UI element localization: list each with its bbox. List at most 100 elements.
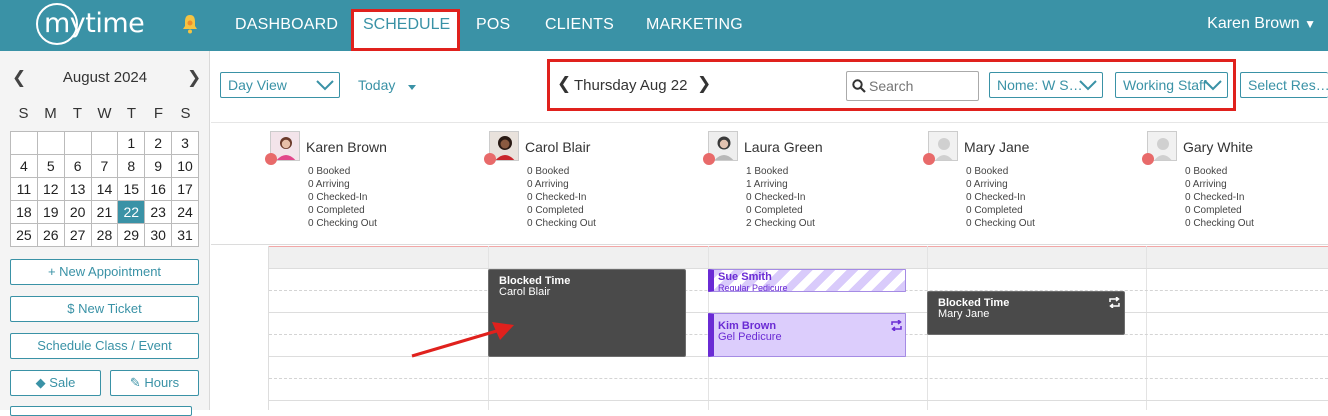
new-appointment-button[interactable]: + New Appointment (10, 259, 199, 285)
stat-checked-in: 0 Checked-In (308, 192, 368, 203)
nav-dashboard[interactable]: DASHBOARD (235, 16, 338, 34)
weekday-label: F (153, 105, 164, 122)
stat-booked: 0 Booked (527, 166, 570, 177)
status-dot (265, 153, 277, 165)
stat-arriving: 0 Arriving (1185, 179, 1227, 190)
calendar-day[interactable]: 8 (117, 154, 146, 178)
chevron-down-icon (1204, 80, 1222, 91)
calendar-day[interactable]: 26 (36, 223, 65, 247)
notification-bell-icon[interactable] (181, 14, 199, 34)
staff-column-header[interactable]: Karen Brown 0 Booked 0 Arriving 0 Checke… (265, 131, 480, 241)
calendar-day[interactable]: 10 (171, 154, 199, 178)
weekday-label: M (44, 105, 57, 122)
calendar-empty-cell (10, 131, 38, 155)
today-button[interactable]: Today (358, 77, 395, 93)
calendar-day[interactable]: 29 (117, 223, 146, 247)
staff-name: Gary White (1183, 139, 1254, 155)
blocked-time-block[interactable]: Blocked Time Mary Jane (927, 291, 1125, 335)
calendar-day[interactable]: 27 (63, 223, 92, 247)
calendar-day[interactable]: 31 (171, 223, 199, 247)
calendar-day[interactable]: 20 (63, 200, 92, 224)
calendar-day[interactable]: 1 (117, 131, 146, 155)
pencil-icon: ✎ (129, 375, 141, 390)
staff-filter-select[interactable]: Working Staff (1115, 72, 1228, 98)
stat-checking-out: 2 Checking Out (746, 218, 815, 229)
staff-name: Karen Brown (306, 139, 387, 155)
annotation-arrow-icon (411, 322, 514, 358)
weekday-label: S (180, 105, 191, 122)
stat-completed: 0 Completed (1185, 205, 1242, 216)
stat-completed: 0 Completed (308, 205, 365, 216)
calendar-day[interactable]: 14 (90, 177, 119, 201)
calendar-day[interactable]: 3 (171, 131, 199, 155)
calendar-day[interactable]: 17 (171, 177, 199, 201)
hours-button[interactable]: ✎ Hours (110, 370, 199, 396)
schedule-class-button[interactable]: Schedule Class / Event (10, 333, 199, 359)
caret-down-icon[interactable] (408, 85, 416, 90)
more-button[interactable] (10, 406, 192, 416)
view-select[interactable]: Day View (220, 72, 340, 98)
chevron-left-icon[interactable]: ❮ (557, 74, 571, 94)
stat-checked-in: 0 Checked-In (527, 192, 587, 203)
user-menu[interactable]: Karen Brown ▼ (1207, 15, 1316, 33)
calendar-day[interactable]: 2 (144, 131, 173, 155)
stat-arriving: 1 Arriving (746, 179, 788, 190)
staff-column-header[interactable]: Laura Green 1 Booked 1 Arriving 0 Checke… (703, 131, 918, 241)
staff-stats: 0 Booked 0 Arriving 0 Checked-In 0 Compl… (966, 165, 1035, 230)
calendar-week-row: 4 5 6 7 8 9 10 (10, 154, 199, 178)
weekday-label: T (126, 105, 137, 122)
calendar-day[interactable]: 21 (90, 200, 119, 224)
calendar-day[interactable]: 15 (117, 177, 146, 201)
calendar-day[interactable]: 4 (10, 154, 38, 178)
staff-column-header[interactable]: Carol Blair 0 Booked 0 Arriving 0 Checke… (484, 131, 699, 241)
appointment-block[interactable]: Kim Brown Gel Pedicure (708, 313, 906, 357)
calendar-day[interactable]: 13 (63, 177, 92, 201)
calendar-day[interactable]: 7 (90, 154, 119, 178)
calendar-day[interactable]: 6 (63, 154, 92, 178)
location-select[interactable]: Nome: W S… (989, 72, 1103, 98)
calendar-day[interactable]: 11 (10, 177, 38, 201)
nav-schedule[interactable]: SCHEDULE (363, 16, 450, 34)
calendar-week-row: 11 12 13 14 15 16 17 (10, 177, 199, 201)
current-date-md: Aug 22 (639, 77, 688, 94)
new-ticket-button[interactable]: $ New Ticket (10, 296, 199, 322)
calendar-day[interactable]: 23 (144, 200, 173, 224)
staff-column-header[interactable]: Mary Jane 0 Booked 0 Arriving 0 Checked-… (923, 131, 1138, 241)
stat-completed: 0 Completed (966, 205, 1023, 216)
calendar-day[interactable]: 24 (171, 200, 199, 224)
calendar-day[interactable]: 9 (144, 154, 173, 178)
stat-booked: 1 Booked (746, 166, 789, 177)
stat-booked: 0 Booked (1185, 166, 1228, 177)
resource-select[interactable]: Select Res… (1240, 72, 1328, 98)
staff-column-header[interactable]: Gary White 0 Booked 0 Arriving 0 Checked… (1142, 131, 1328, 241)
calendar-day[interactable]: 28 (90, 223, 119, 247)
nav-pos[interactable]: POS (476, 16, 510, 34)
staff-filter-value: Working Staff (1123, 77, 1207, 93)
chevron-down-icon: ▼ (1304, 17, 1316, 31)
staff-stats: 0 Booked 0 Arriving 0 Checked-In 0 Compl… (1185, 165, 1254, 230)
calendar-day[interactable]: 16 (144, 177, 173, 201)
calendar-empty-cell (63, 131, 92, 155)
sale-button[interactable]: ◆ Sale (10, 370, 101, 396)
tag-icon: ◆ (35, 375, 46, 390)
chevron-right-icon[interactable]: ❯ (187, 68, 201, 88)
calendar-day[interactable]: 5 (36, 154, 65, 178)
calendar-day[interactable]: 25 (10, 223, 38, 247)
nav-marketing[interactable]: MARKETING (646, 16, 743, 34)
search-field[interactable] (846, 71, 979, 101)
chevron-right-icon[interactable]: ❯ (697, 74, 711, 94)
calendar-day[interactable]: 22 (117, 200, 146, 224)
search-input[interactable] (869, 76, 974, 96)
calendar-day[interactable]: 19 (36, 200, 65, 224)
calendar-grid: 1 2 3 4 5 6 7 8 9 10 11 12 13 14 15 16 17 18 19 20 21 22 23 24 2… (10, 131, 199, 247)
status-dot (923, 153, 935, 165)
calendar-day[interactable]: 18 (10, 200, 38, 224)
mytime-logo[interactable]: mytime (36, 3, 145, 45)
appointment-block[interactable]: Sue Smith Regular Pedicure (708, 269, 906, 292)
stat-checking-out: 0 Checking Out (966, 218, 1035, 229)
weekday-label: T (72, 105, 83, 122)
nav-clients[interactable]: CLIENTS (545, 16, 614, 34)
resource-select-value: Select Res… (1248, 77, 1328, 93)
calendar-day[interactable]: 12 (36, 177, 65, 201)
calendar-day[interactable]: 30 (144, 223, 173, 247)
